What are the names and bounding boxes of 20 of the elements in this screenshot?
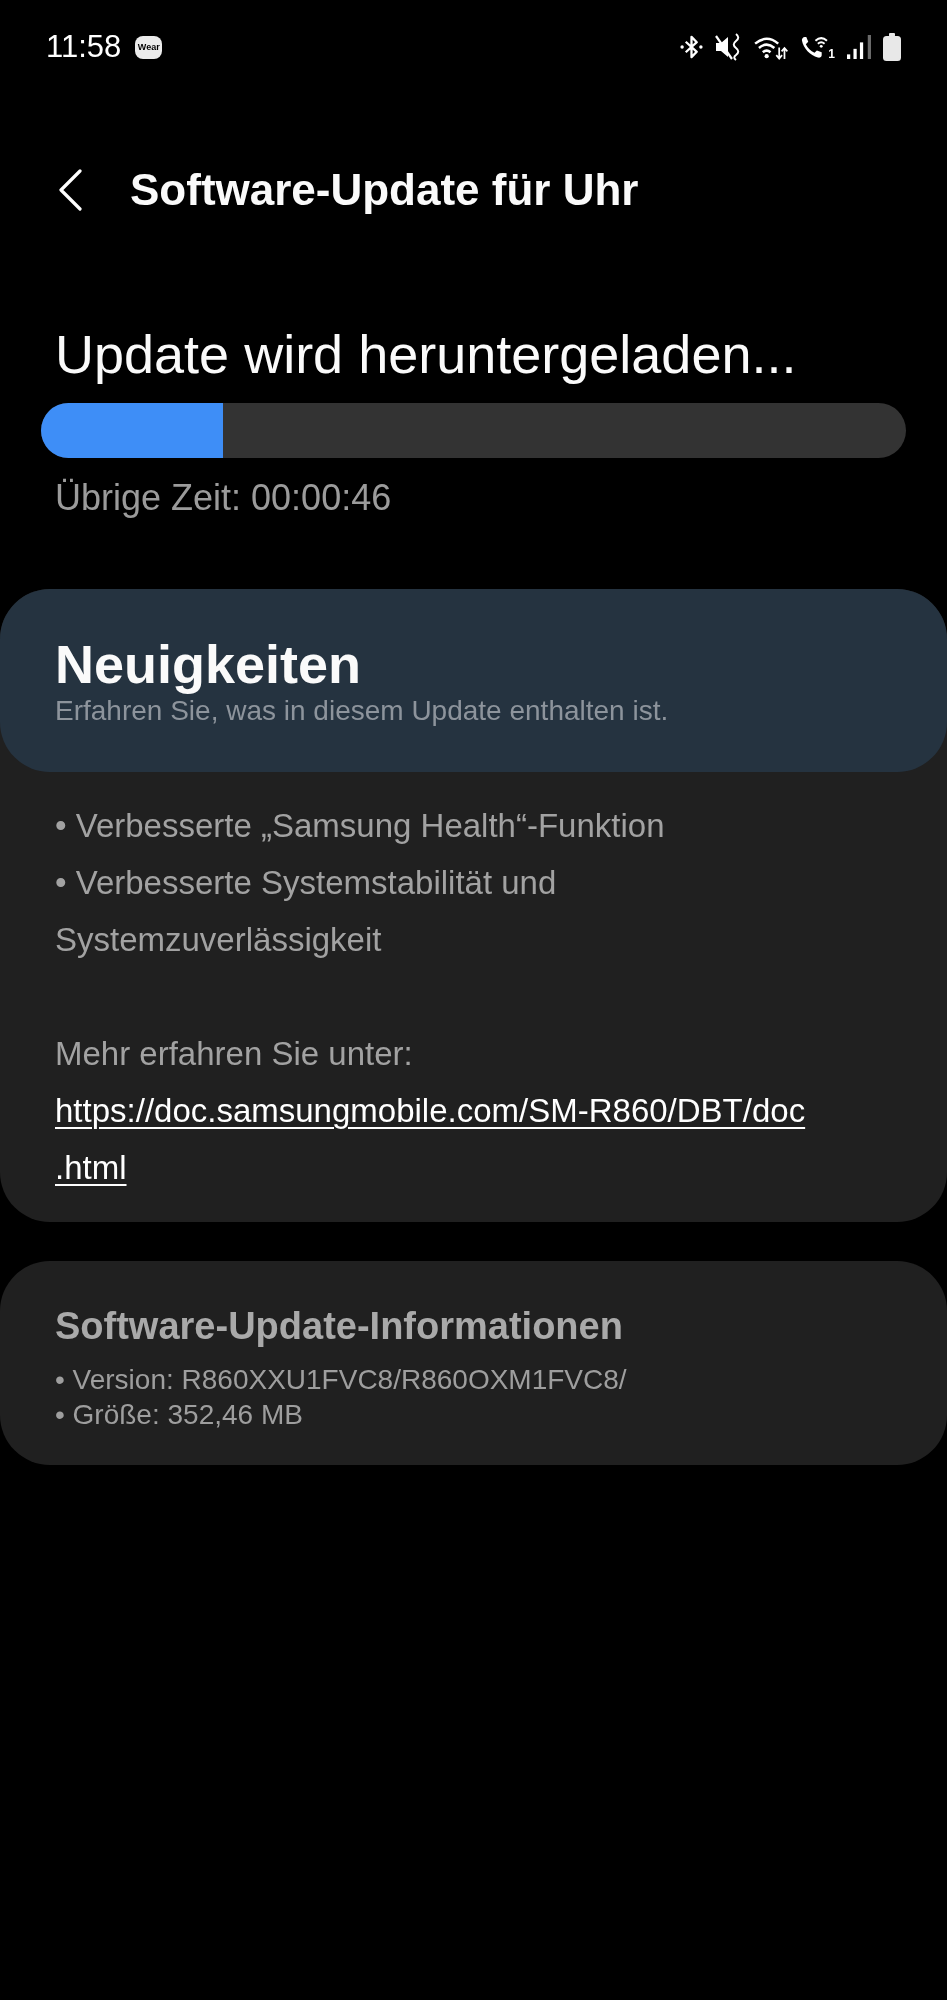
remaining-time: Übrige Zeit: 00:00:46 xyxy=(54,477,393,519)
changelog-item: • Verbesserte „Samsung Health“-Funktion xyxy=(55,806,665,846)
sim-number: 1 xyxy=(828,47,835,60)
back-icon[interactable] xyxy=(58,169,82,211)
bluetooth-icon xyxy=(680,34,704,60)
changelog-item: • Verbesserte Systemstabilität und Systemzuverlässigkeit xyxy=(55,863,558,960)
download-status-heading: Update wird heruntergeladen... xyxy=(54,323,798,386)
battery-icon xyxy=(883,33,901,61)
page-title: Software-Update für Uhr xyxy=(130,164,639,216)
doc-link[interactable]: https://doc.samsungmobile.com/SM-R860/DBT/doc.html xyxy=(55,1082,847,1196)
info-line: • Größe: 352,46 MB xyxy=(55,1398,303,1432)
more-info-label: Mehr erfahren Sie unter: xyxy=(55,1034,413,1074)
info-line: • Version: R860XXU1FVC8/R860OXM1FVC8/ xyxy=(55,1363,627,1397)
section-subtitle: Erfahren Sie, was in diesem Update enthalten ist. xyxy=(55,695,670,727)
info-title: Software-Update-Informationen xyxy=(55,1304,623,1348)
notification-badge: Wear xyxy=(135,35,163,59)
phone-wifi-icon xyxy=(800,34,829,60)
section-title: Neuigkeiten xyxy=(55,633,363,695)
status-time: 11:58 xyxy=(46,29,122,65)
signal-icon xyxy=(847,34,871,60)
